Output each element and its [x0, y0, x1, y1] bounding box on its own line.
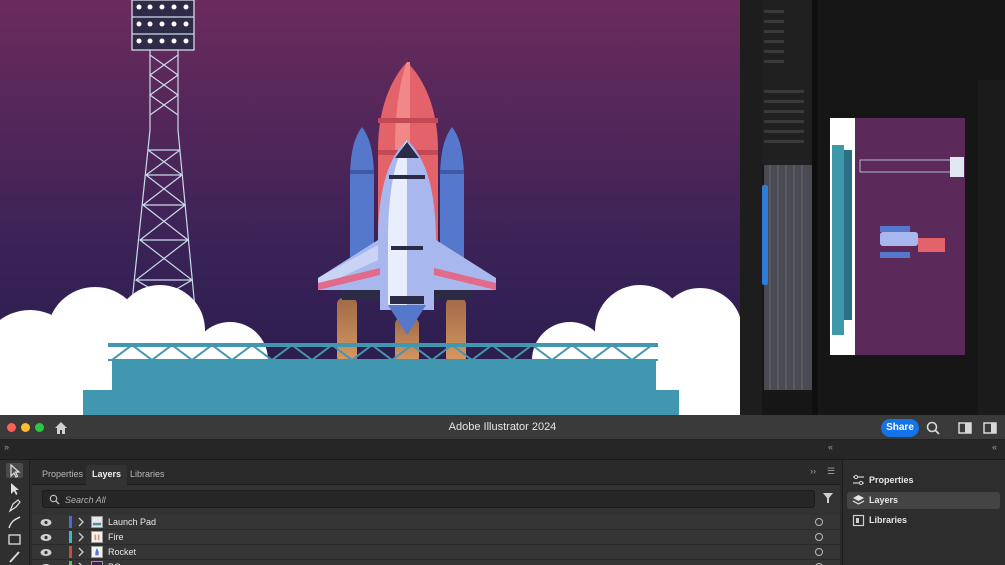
rectangle-tool-icon[interactable] — [6, 532, 23, 547]
editor-right-tools — [978, 80, 1005, 415]
selection-tool-icon[interactable] — [6, 463, 23, 478]
layer-thumbnail — [91, 531, 103, 543]
dock-item-label: Libraries — [869, 515, 908, 525]
playhead-marker — [762, 185, 768, 285]
expand-left-icon[interactable]: » — [4, 442, 9, 452]
collapse-right-icon[interactable]: « — [992, 442, 997, 452]
expand-chevron-icon[interactable] — [77, 517, 85, 527]
filter-icon[interactable] — [822, 492, 834, 504]
layers-icon — [852, 495, 865, 505]
visibility-eye-icon[interactable] — [40, 518, 52, 527]
search-icon — [49, 494, 60, 505]
dock-item-label: Properties — [869, 475, 914, 485]
dock-item-properties[interactable]: Properties — [847, 472, 1000, 489]
layer-color-indicator — [69, 546, 72, 558]
tools-panel — [0, 460, 30, 565]
editor-timeline — [764, 165, 812, 390]
layer-color-indicator — [69, 531, 72, 543]
layer-row-rocket[interactable]: Rocket — [32, 545, 840, 560]
workspace-switcher-icon[interactable] — [957, 420, 973, 436]
layers-search-box — [42, 490, 815, 508]
panel-toggle-icon[interactable] — [982, 420, 998, 436]
tab-properties[interactable]: Properties — [36, 465, 89, 485]
pen-tool-icon[interactable] — [6, 498, 23, 513]
expand-chevron-icon[interactable] — [77, 532, 85, 542]
libraries-icon — [852, 514, 865, 527]
layer-thumbnail — [91, 546, 103, 558]
layer-target-icon[interactable] — [815, 518, 823, 526]
brush-tool-icon[interactable] — [6, 549, 23, 564]
tab-libraries[interactable]: Libraries — [124, 465, 171, 485]
illustrator-window: Adobe Illustrator 2024 Share » « « Prope… — [0, 415, 1005, 565]
app-title: Adobe Illustrator 2024 — [448, 421, 557, 433]
search-icon[interactable] — [925, 420, 941, 436]
layer-row-bg[interactable]: BG — [32, 560, 840, 565]
layers-panel: Properties Layers Libraries ›› ☰ Search … — [32, 460, 840, 565]
collapsed-panels-dock: Properties Layers Libraries — [842, 460, 1005, 565]
expand-chevron-icon[interactable] — [77, 547, 85, 557]
panel-collapse-strip: » « « — [0, 440, 1005, 460]
dock-item-label: Layers — [869, 495, 899, 505]
layer-name[interactable]: Fire — [108, 532, 124, 542]
layer-target-icon[interactable] — [815, 533, 823, 541]
tab-layers[interactable]: Layers — [86, 465, 128, 485]
title-bar: Adobe Illustrator 2024 Share — [0, 415, 1005, 440]
editor-divider — [812, 0, 818, 415]
layer-color-indicator — [69, 561, 72, 565]
layer-name[interactable]: Launch Pad — [108, 517, 156, 527]
layer-name[interactable]: Rocket — [108, 547, 136, 557]
panel-tabs: Properties Layers Libraries ›› ☰ — [32, 460, 840, 485]
properties-icon — [853, 474, 864, 486]
curvature-tool-icon[interactable] — [6, 515, 23, 530]
editor-preview — [830, 118, 965, 355]
editor-left-strip — [740, 0, 762, 415]
visibility-eye-icon[interactable] — [40, 548, 52, 557]
layers-search-input[interactable] — [65, 492, 765, 507]
share-button[interactable]: Share — [881, 419, 919, 437]
dock-item-libraries[interactable]: Libraries — [847, 512, 1000, 529]
layer-row-fire[interactable]: Fire — [32, 530, 840, 545]
direct-selection-tool-icon[interactable] — [6, 481, 23, 496]
visibility-eye-icon[interactable] — [40, 533, 52, 542]
layer-row-launch-pad[interactable]: Launch Pad — [32, 515, 840, 530]
layer-thumbnail — [91, 516, 103, 528]
panel-menu-icon[interactable]: ☰ — [827, 466, 835, 477]
dock-item-layers[interactable]: Layers — [847, 492, 1000, 509]
video-editor-window — [740, 0, 1005, 415]
screen: Adobe Illustrator 2024 Share » « « Prope… — [0, 0, 1005, 565]
collapse-panels-icon[interactable]: « — [828, 442, 833, 452]
layer-target-icon[interactable] — [815, 548, 823, 556]
layer-color-indicator — [69, 516, 72, 528]
layer-thumbnail — [91, 561, 103, 565]
artboard-canvas[interactable] — [0, 0, 740, 415]
panel-expand-icon[interactable]: ›› — [810, 466, 816, 476]
